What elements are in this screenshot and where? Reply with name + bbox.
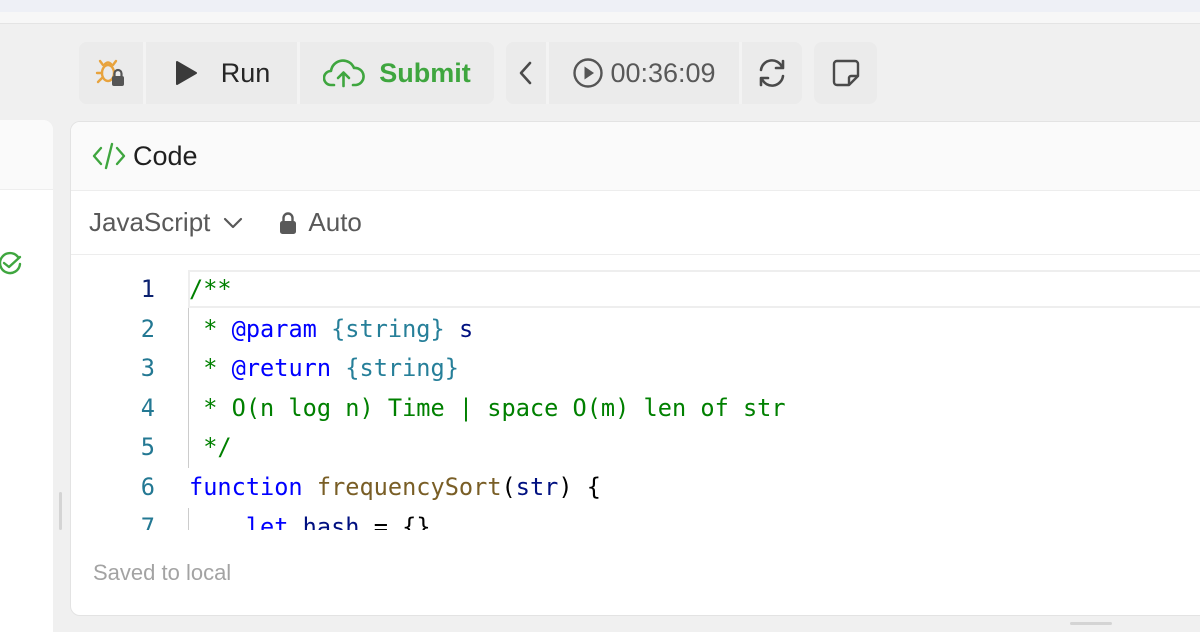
- line-number: 7: [140, 512, 155, 530]
- code-token: = {}: [359, 512, 431, 530]
- code-line: let hash = {}: [189, 507, 431, 530]
- prev-button[interactable]: [506, 42, 546, 104]
- line-number: 1: [140, 275, 155, 303]
- run-button[interactable]: Run: [143, 42, 297, 104]
- reset-timer-button[interactable]: [739, 42, 802, 104]
- code-panel-title: Code: [133, 140, 198, 171]
- check-circle-icon: [0, 251, 22, 275]
- code-token: (: [501, 473, 516, 501]
- line-number: 4: [140, 393, 155, 422]
- code-token: {string}: [331, 314, 445, 343]
- code-token: s: [458, 314, 474, 343]
- code-panel-header: Code: [71, 122, 1200, 191]
- auto-format-toggle[interactable]: Auto: [278, 207, 362, 238]
- line-number: 5: [140, 433, 155, 462]
- code-line: function frequencySort(str) {: [189, 467, 601, 507]
- code-brackets-icon: [91, 141, 127, 171]
- code-token: ) {: [558, 473, 601, 501]
- code-line: */: [189, 427, 232, 467]
- code-token: let: [245, 512, 289, 530]
- chevron-down-icon: [222, 216, 244, 230]
- code-line: * @param {string} s: [189, 309, 473, 349]
- lock-icon: [278, 211, 298, 235]
- play-icon: [173, 59, 199, 87]
- code-token: hash: [302, 512, 360, 530]
- run-toolbar: Run Submit: [79, 42, 494, 104]
- code-editor[interactable]: 1 2 3 4 5 6 7 /** * @param {string} s * @retur…: [71, 256, 1200, 530]
- auto-format-label: Auto: [308, 207, 362, 237]
- code-token: * O(n log n) Time | space O(m) len of st…: [189, 393, 786, 422]
- language-select[interactable]: JavaScript: [89, 207, 244, 238]
- note-icon: [831, 58, 861, 88]
- code-token: frequencySort: [316, 473, 502, 501]
- submit-button[interactable]: Submit: [297, 42, 494, 104]
- code-token: *: [189, 354, 232, 383]
- code-panel: Code JavaScript Auto 1 2 3 4 5 6 7 /** * @para…: [70, 121, 1200, 616]
- play-circle-icon: [572, 57, 604, 89]
- editor-status-bar: Saved to local: [71, 530, 1200, 615]
- editor-options-bar: JavaScript Auto: [71, 191, 1200, 255]
- code-line: * @return {string}: [189, 348, 459, 388]
- timer-toolbar: 00:36:09: [506, 42, 802, 104]
- save-status: Saved to local: [93, 560, 232, 585]
- submit-label: Submit: [379, 57, 471, 88]
- code-token: function: [189, 473, 303, 501]
- code-token: *: [189, 314, 232, 343]
- bug-lock-icon: [94, 56, 128, 90]
- chevron-left-icon: [518, 60, 534, 86]
- timer-value: 00:36:09: [610, 57, 716, 88]
- panel-resize-handle[interactable]: [59, 492, 62, 530]
- line-number-gutter: 1 2 3 4 5 6 7: [71, 256, 171, 530]
- top-strip-divider: [0, 12, 1200, 24]
- line-number: 2: [140, 314, 155, 343]
- run-label: Run: [220, 57, 271, 88]
- line-number: 3: [140, 354, 155, 383]
- language-label: JavaScript: [89, 207, 211, 237]
- refresh-icon: [755, 56, 789, 90]
- code-token: str: [515, 473, 559, 501]
- description-panel-header: [0, 120, 53, 190]
- top-strip: [0, 0, 1200, 12]
- code-token: @param: [231, 314, 317, 343]
- timer-button[interactable]: 00:36:09: [546, 42, 739, 104]
- code-token: /**: [189, 275, 232, 303]
- code-line: * O(n log n) Time | space O(m) len of st…: [189, 388, 786, 428]
- line-number: 6: [140, 473, 155, 501]
- code-token: */: [189, 433, 232, 462]
- code-token: {string}: [345, 354, 459, 383]
- notes-button[interactable]: [814, 42, 877, 104]
- notes-toolbar: [814, 42, 877, 104]
- debug-button[interactable]: [79, 42, 143, 104]
- bottom-resize-handle[interactable]: [1070, 622, 1112, 625]
- description-panel: [0, 120, 53, 632]
- current-line-highlight: [188, 270, 1200, 308]
- code-token: @return: [231, 354, 332, 383]
- cloud-upload-icon: [323, 58, 366, 88]
- code-line: /**: [189, 269, 232, 309]
